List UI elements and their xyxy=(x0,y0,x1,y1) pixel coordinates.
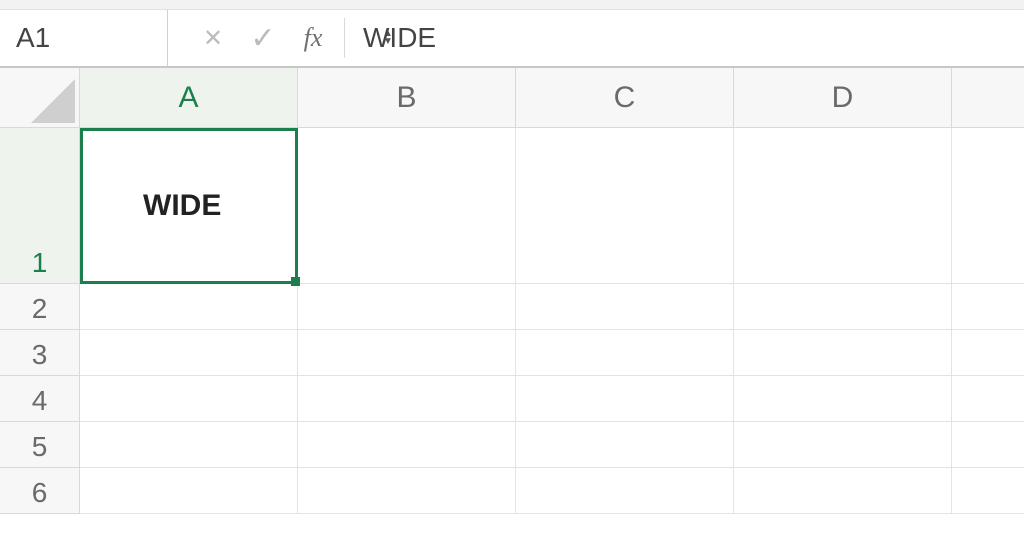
row-header-4[interactable]: 4 xyxy=(0,376,80,422)
top-strip xyxy=(0,0,1024,10)
fill-handle[interactable] xyxy=(291,277,300,286)
cell[interactable] xyxy=(80,330,298,376)
divider xyxy=(344,18,345,58)
cell[interactable] xyxy=(734,376,952,422)
cell[interactable] xyxy=(80,376,298,422)
cancel-icon[interactable]: ✕ xyxy=(188,10,238,66)
cells-area xyxy=(80,128,1024,514)
row-headers: 1 2 3 4 5 6 xyxy=(0,128,80,514)
cell[interactable] xyxy=(298,422,516,468)
name-box-wrap: ▲ ▼ xyxy=(0,10,168,66)
cell[interactable] xyxy=(952,422,1024,468)
cell[interactable] xyxy=(298,330,516,376)
column-header-d[interactable]: D xyxy=(734,68,952,128)
formula-bar: ▲ ▼ ✕ ✓ fx xyxy=(0,10,1024,68)
cell[interactable] xyxy=(80,468,298,514)
column-header-b[interactable]: B xyxy=(298,68,516,128)
cell-e1[interactable] xyxy=(952,128,1024,284)
cell[interactable] xyxy=(516,330,734,376)
row-header-2[interactable]: 2 xyxy=(0,284,80,330)
row xyxy=(80,468,1024,514)
fx-icon[interactable]: fx xyxy=(288,23,338,53)
cell[interactable] xyxy=(734,468,952,514)
cell[interactable] xyxy=(734,422,952,468)
cell[interactable] xyxy=(952,376,1024,422)
cell-b1[interactable] xyxy=(298,128,516,284)
cell[interactable] xyxy=(516,284,734,330)
cell-c1[interactable] xyxy=(516,128,734,284)
cell[interactable] xyxy=(734,284,952,330)
row xyxy=(80,422,1024,468)
select-all-corner[interactable] xyxy=(0,68,80,128)
column-header-a[interactable]: A xyxy=(80,68,298,128)
row-header-5[interactable]: 5 xyxy=(0,422,80,468)
cell[interactable] xyxy=(298,376,516,422)
row xyxy=(80,128,1024,284)
row xyxy=(80,376,1024,422)
cell[interactable] xyxy=(516,376,734,422)
cell[interactable] xyxy=(516,468,734,514)
column-headers: A B C D xyxy=(80,68,1024,128)
enter-icon[interactable]: ✓ xyxy=(238,10,288,66)
cell[interactable] xyxy=(734,330,952,376)
row-header-1[interactable]: 1 xyxy=(0,128,80,284)
cell-value[interactable]: WIDE xyxy=(143,189,221,223)
spreadsheet-grid: A B C D 1 2 3 4 5 6 xyxy=(0,68,1024,536)
row xyxy=(80,330,1024,376)
row-header-3[interactable]: 3 xyxy=(0,330,80,376)
formula-input[interactable] xyxy=(351,21,1024,55)
cell[interactable] xyxy=(298,284,516,330)
cell[interactable] xyxy=(952,284,1024,330)
cell[interactable] xyxy=(516,422,734,468)
cell[interactable] xyxy=(298,468,516,514)
row-header-6[interactable]: 6 xyxy=(0,468,80,514)
cell[interactable] xyxy=(952,330,1024,376)
cell[interactable] xyxy=(952,468,1024,514)
cell[interactable] xyxy=(80,284,298,330)
row xyxy=(80,284,1024,330)
cell[interactable] xyxy=(80,422,298,468)
cell-d1[interactable] xyxy=(734,128,952,284)
column-header-c[interactable]: C xyxy=(516,68,734,128)
column-header-e[interactable] xyxy=(952,68,1024,128)
